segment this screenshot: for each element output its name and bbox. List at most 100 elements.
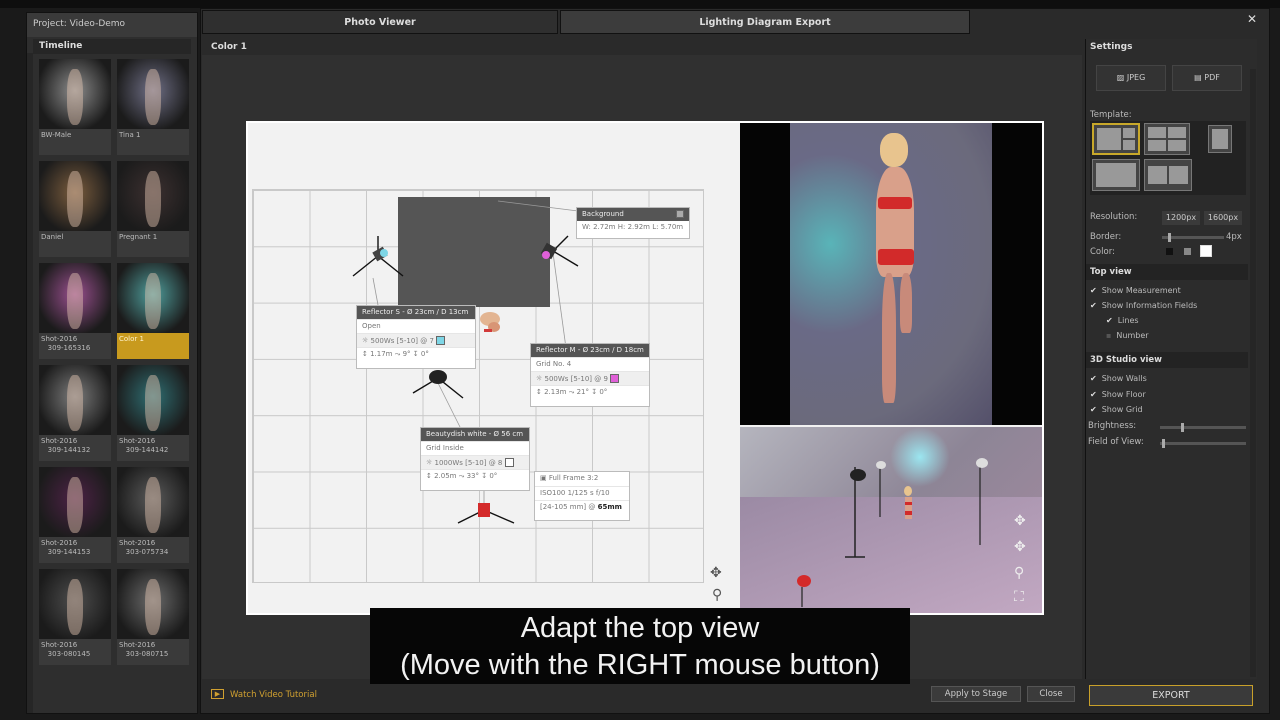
sun-icon: ☼ bbox=[536, 374, 545, 383]
timeline-thumbnail[interactable]: Shot-2016 303-080715 bbox=[117, 569, 189, 665]
model-leg-raised bbox=[900, 273, 912, 333]
sun-icon: ☼ bbox=[426, 458, 435, 467]
camera-format: Full Frame 3:2 bbox=[548, 474, 599, 482]
thumbnail-image bbox=[39, 263, 111, 333]
template-option-3[interactable] bbox=[1208, 125, 1232, 153]
top-view-section: Top view bbox=[1086, 264, 1248, 280]
border-slider-knob[interactable] bbox=[1167, 233, 1171, 242]
timeline-thumbnail[interactable]: Shot-2016 303-075734 bbox=[117, 467, 189, 563]
apply-to-stage-button[interactable]: Apply to Stage bbox=[931, 686, 1021, 702]
studio-3d-preview[interactable]: ✥ ✥ ⚲ ⛶ bbox=[740, 427, 1042, 613]
template-option-2[interactable] bbox=[1144, 123, 1190, 155]
thumbnail-image bbox=[39, 161, 111, 231]
reflector-s-power: 500Ws [5-10] @ 7 bbox=[370, 336, 434, 345]
project-panel: Project: Video-Demo Timeline BW-Male Tina… bbox=[26, 12, 198, 714]
camera-info[interactable]: ▣ Full Frame 3:2 ISO100 1/125 s f/10 [24… bbox=[534, 471, 630, 521]
studio-orbit-icon[interactable]: ✥ bbox=[1014, 539, 1026, 555]
checkmark-icon: ✔ bbox=[1090, 374, 1097, 383]
diagram-viewport[interactable]: Background W: 2.72m H: 2.92m L: 5.70m Re… bbox=[202, 55, 1082, 679]
tab-photo-viewer[interactable]: Photo Viewer bbox=[202, 10, 558, 34]
timeline-thumbnail[interactable]: Pregnant 1 bbox=[117, 161, 189, 257]
settings-scrollbar[interactable] bbox=[1250, 69, 1256, 677]
thumbnail-label: Pregnant 1 bbox=[119, 233, 158, 241]
thumbnail-image bbox=[117, 263, 189, 333]
studio-zoom-icon[interactable]: ⚲ bbox=[1014, 565, 1024, 581]
thumbnail-figure bbox=[67, 579, 83, 635]
beautydish-power: 1000Ws [5-10] @ 8 bbox=[434, 458, 503, 467]
thumbnail-label: Shot-2016 309-144132 bbox=[41, 437, 91, 454]
studio-move-icon[interactable]: ✥ bbox=[1014, 513, 1026, 529]
tab-lighting-diagram-export[interactable]: Lighting Diagram Export bbox=[560, 10, 970, 34]
show-grid-checkbox[interactable]: ✔ Show Grid bbox=[1090, 405, 1143, 414]
close-button[interactable]: Close bbox=[1027, 686, 1075, 702]
show-info-fields-checkbox[interactable]: ✔ Show Information Fields bbox=[1090, 301, 1197, 310]
background-info[interactable]: Background W: 2.72m H: 2.92m L: 5.70m bbox=[576, 207, 690, 239]
reflector-s-light-icon[interactable] bbox=[348, 231, 408, 281]
lines-checkbox[interactable]: ✔ Lines bbox=[1106, 316, 1139, 325]
thumbnail-label: Shot-2016 303-075734 bbox=[119, 539, 169, 556]
thumbnail-figure bbox=[145, 69, 161, 125]
timeline-thumbnail[interactable]: Daniel bbox=[39, 161, 111, 257]
zoom-view-icon[interactable]: ⚲ bbox=[712, 587, 722, 603]
color-label: Color: bbox=[1090, 247, 1115, 257]
show-grid-label: Show Grid bbox=[1101, 405, 1143, 414]
photo-image bbox=[790, 123, 992, 425]
checkmark-icon: ✔ bbox=[1090, 286, 1097, 295]
studio-fit-icon[interactable]: ⛶ bbox=[1014, 589, 1024, 605]
timeline-thumbnail[interactable]: Color 1 bbox=[117, 263, 189, 359]
diagram-lines bbox=[372, 200, 579, 513]
watch-tutorial-link[interactable]: ▶ Watch Video Tutorial bbox=[211, 689, 317, 700]
border-color-gray[interactable] bbox=[1184, 248, 1191, 255]
brightness-slider[interactable] bbox=[1160, 423, 1246, 432]
timeline-thumbnail[interactable]: Shot-2016 309-144153 bbox=[39, 467, 111, 563]
reflector-m-modifier: Grid No. 4 bbox=[531, 357, 649, 371]
model-figure-icon bbox=[480, 312, 500, 332]
show-measurement-checkbox[interactable]: ✔ Show Measurement bbox=[1090, 286, 1181, 295]
tilt-icon: ↧ bbox=[412, 350, 421, 358]
template-option-4[interactable] bbox=[1092, 159, 1140, 191]
timeline-thumbnail[interactable]: Shot-2016 303-080145 bbox=[39, 569, 111, 665]
reflector-m-info[interactable]: Reflector M - Ø 23cm / D 18cm Grid No. 4… bbox=[530, 343, 650, 407]
pdf-button[interactable]: ▤ PDF bbox=[1172, 65, 1242, 91]
export-button[interactable]: EXPORT bbox=[1089, 685, 1253, 706]
thumbnail-label: Daniel bbox=[41, 233, 64, 241]
model-head bbox=[880, 133, 908, 167]
subtitle-line-2: (Move with the RIGHT mouse button) bbox=[400, 649, 880, 681]
template-option-5[interactable] bbox=[1144, 159, 1192, 191]
timeline-thumbnail[interactable]: Shot-2016 309-165316 bbox=[39, 263, 111, 359]
timeline-thumbnail[interactable]: Shot-2016 309-144142 bbox=[117, 365, 189, 461]
beautydish-light-icon[interactable] bbox=[408, 363, 468, 403]
beautydish-info[interactable]: Beautydish white - Ø 56 cm Grid Inside ☼… bbox=[420, 427, 530, 491]
background-swatch bbox=[676, 210, 684, 218]
field-of-view-slider-knob[interactable] bbox=[1161, 439, 1165, 448]
timeline-thumbnail[interactable]: Shot-2016 309-144132 bbox=[39, 365, 111, 461]
border-color-white[interactable] bbox=[1200, 245, 1212, 257]
resolution-1200-button[interactable]: 1200px bbox=[1162, 211, 1200, 225]
field-of-view-slider[interactable] bbox=[1160, 439, 1246, 448]
border-slider[interactable] bbox=[1162, 233, 1224, 242]
timeline-thumbnail[interactable]: Tina 1 bbox=[117, 59, 189, 155]
template-option-1[interactable] bbox=[1092, 123, 1140, 155]
reflector-s-info[interactable]: Reflector S - Ø 23cm / D 13cm Open ☼ 500… bbox=[356, 305, 476, 369]
reflector-m-distance: 2.13m bbox=[544, 388, 567, 396]
jpeg-button[interactable]: ▨ JPEG bbox=[1096, 65, 1166, 91]
number-checkbox[interactable]: ▪ Number bbox=[1106, 331, 1149, 340]
camera-icon[interactable] bbox=[456, 498, 516, 528]
show-walls-checkbox[interactable]: ✔ Show Walls bbox=[1090, 374, 1147, 383]
reflector-s-color-swatch bbox=[436, 336, 446, 345]
resolution-1600-button[interactable]: 1600px bbox=[1204, 211, 1242, 225]
border-color-black[interactable] bbox=[1166, 248, 1173, 255]
photo-preview bbox=[740, 123, 1042, 425]
timeline-thumbnail[interactable]: BW-Male bbox=[39, 59, 111, 155]
timeline-scrollbar[interactable] bbox=[27, 53, 33, 713]
angle-icon: ⤳ bbox=[394, 350, 403, 358]
subtitle-line-1: Adapt the top view bbox=[520, 612, 760, 644]
move-view-icon[interactable]: ✥ bbox=[710, 565, 722, 581]
angle-icon: ⤳ bbox=[458, 472, 467, 480]
close-window-icon[interactable]: ✕ bbox=[1247, 12, 1257, 26]
beautydish-title: Beautydish white - Ø 56 cm bbox=[421, 428, 529, 441]
checkmark-icon: ✔ bbox=[1090, 405, 1097, 414]
show-floor-checkbox[interactable]: ✔ Show Floor bbox=[1090, 390, 1146, 399]
template-picker bbox=[1090, 121, 1246, 195]
brightness-slider-knob[interactable] bbox=[1180, 423, 1184, 432]
